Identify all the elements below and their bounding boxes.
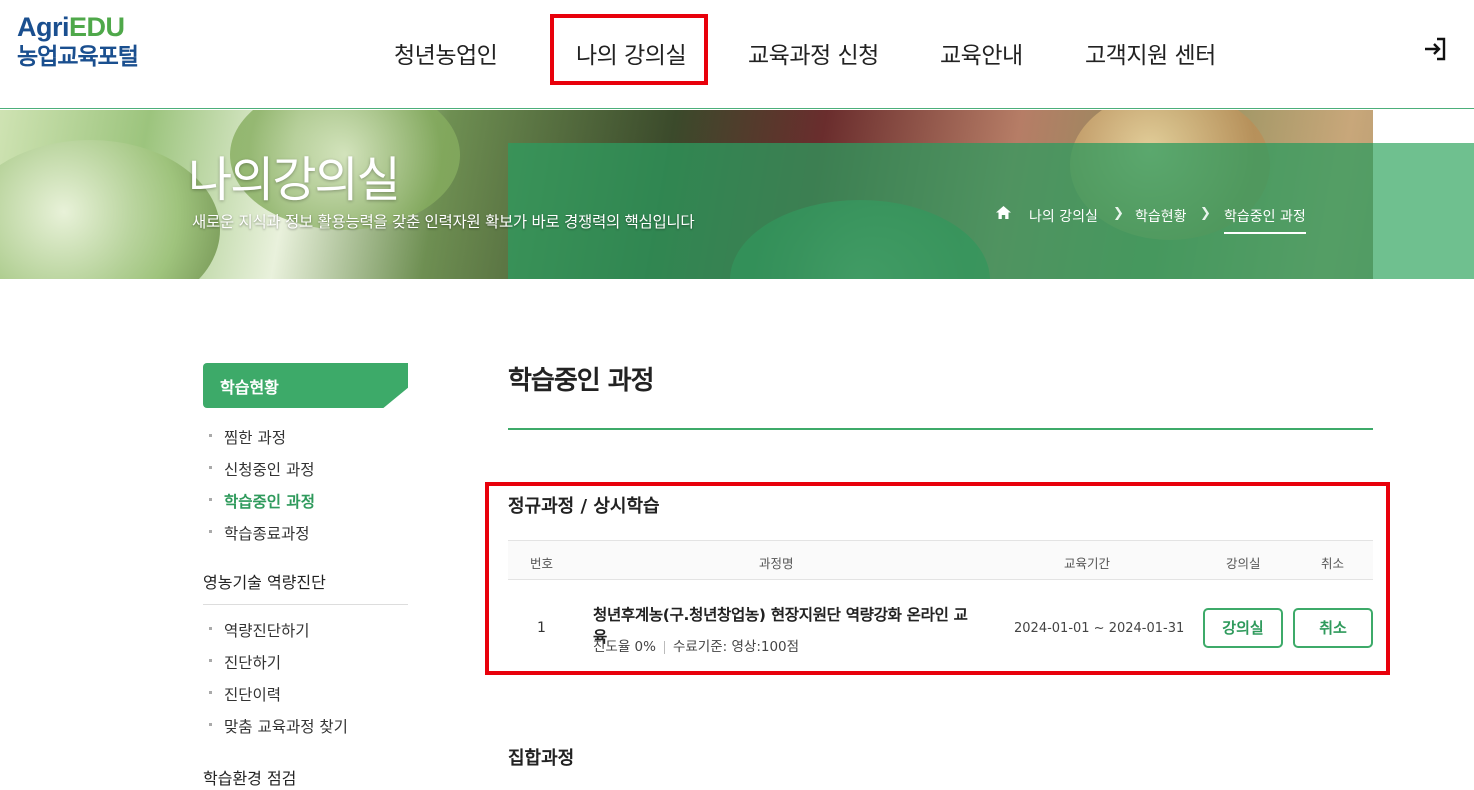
banner-title: 나의강의실 xyxy=(188,152,401,208)
page-title: 학습중인 과정 xyxy=(508,366,655,396)
sidebar-item-diagnose[interactable]: 진단하기 xyxy=(224,651,281,673)
chevron-right-icon: ❯ xyxy=(1200,206,1211,221)
nav-youth-farmer[interactable]: 청년농업인 xyxy=(394,36,498,70)
sidebar-group-environment[interactable]: 학습환경 점검 xyxy=(203,765,296,789)
breadcrumb-item[interactable]: 학습현황 xyxy=(1135,206,1187,226)
breadcrumb-item[interactable]: 나의 강의실 xyxy=(1029,206,1098,226)
site-header: AgriEDU 농업교육포털 청년농업인 나의 강의실 교육과정 신청 교육안내… xyxy=(0,0,1474,109)
sidebar-header[interactable]: 학습현황 xyxy=(220,374,279,398)
sidebar-group-assessment[interactable]: 영농기술 역량진단 xyxy=(203,569,326,593)
nav-customer-center[interactable]: 고객지원 센터 xyxy=(1085,36,1216,70)
breadcrumb-current: 학습중인 과정 xyxy=(1224,206,1306,234)
banner-subtitle: 새로운 지식과 정보 활용능력을 갖춘 인력자원 확보가 바로 경쟁력의 핵심입… xyxy=(192,213,695,231)
sidebar-item-learning[interactable]: 학습중인 과정 xyxy=(224,490,315,512)
section-title-group: 집합과정 xyxy=(508,748,575,769)
sidebar-item-applying[interactable]: 신청중인 과정 xyxy=(224,458,315,480)
highlight-box xyxy=(485,482,1390,675)
nav-highlight-box xyxy=(550,14,708,85)
home-icon[interactable] xyxy=(995,205,1012,224)
login-icon[interactable] xyxy=(1420,34,1450,64)
sidebar-item-diagnosis-history[interactable]: 진단이력 xyxy=(224,683,281,705)
sidebar-item-capacity-diagnosis[interactable]: 역량진단하기 xyxy=(224,619,310,641)
page-banner: 나의강의실 새로운 지식과 정보 활용능력을 갖춘 인력자원 확보가 바로 경쟁… xyxy=(0,110,1474,279)
nav-education-guide[interactable]: 교육안내 xyxy=(940,36,1023,70)
sidebar-item-find-course[interactable]: 맞춤 교육과정 찾기 xyxy=(224,715,348,737)
chevron-right-icon: ❯ xyxy=(1113,206,1124,221)
logo-kr: 농업교육포털 xyxy=(17,44,139,70)
sidebar-item-completed[interactable]: 학습종료과정 xyxy=(224,522,310,544)
title-divider xyxy=(508,428,1373,430)
logo-en: AgriEDU xyxy=(17,12,125,42)
nav-course-apply[interactable]: 교육과정 신청 xyxy=(748,36,879,70)
sidebar-item-wishlist[interactable]: 찜한 과정 xyxy=(224,426,286,448)
logo[interactable]: AgriEDU 농업교육포털 xyxy=(17,12,139,70)
